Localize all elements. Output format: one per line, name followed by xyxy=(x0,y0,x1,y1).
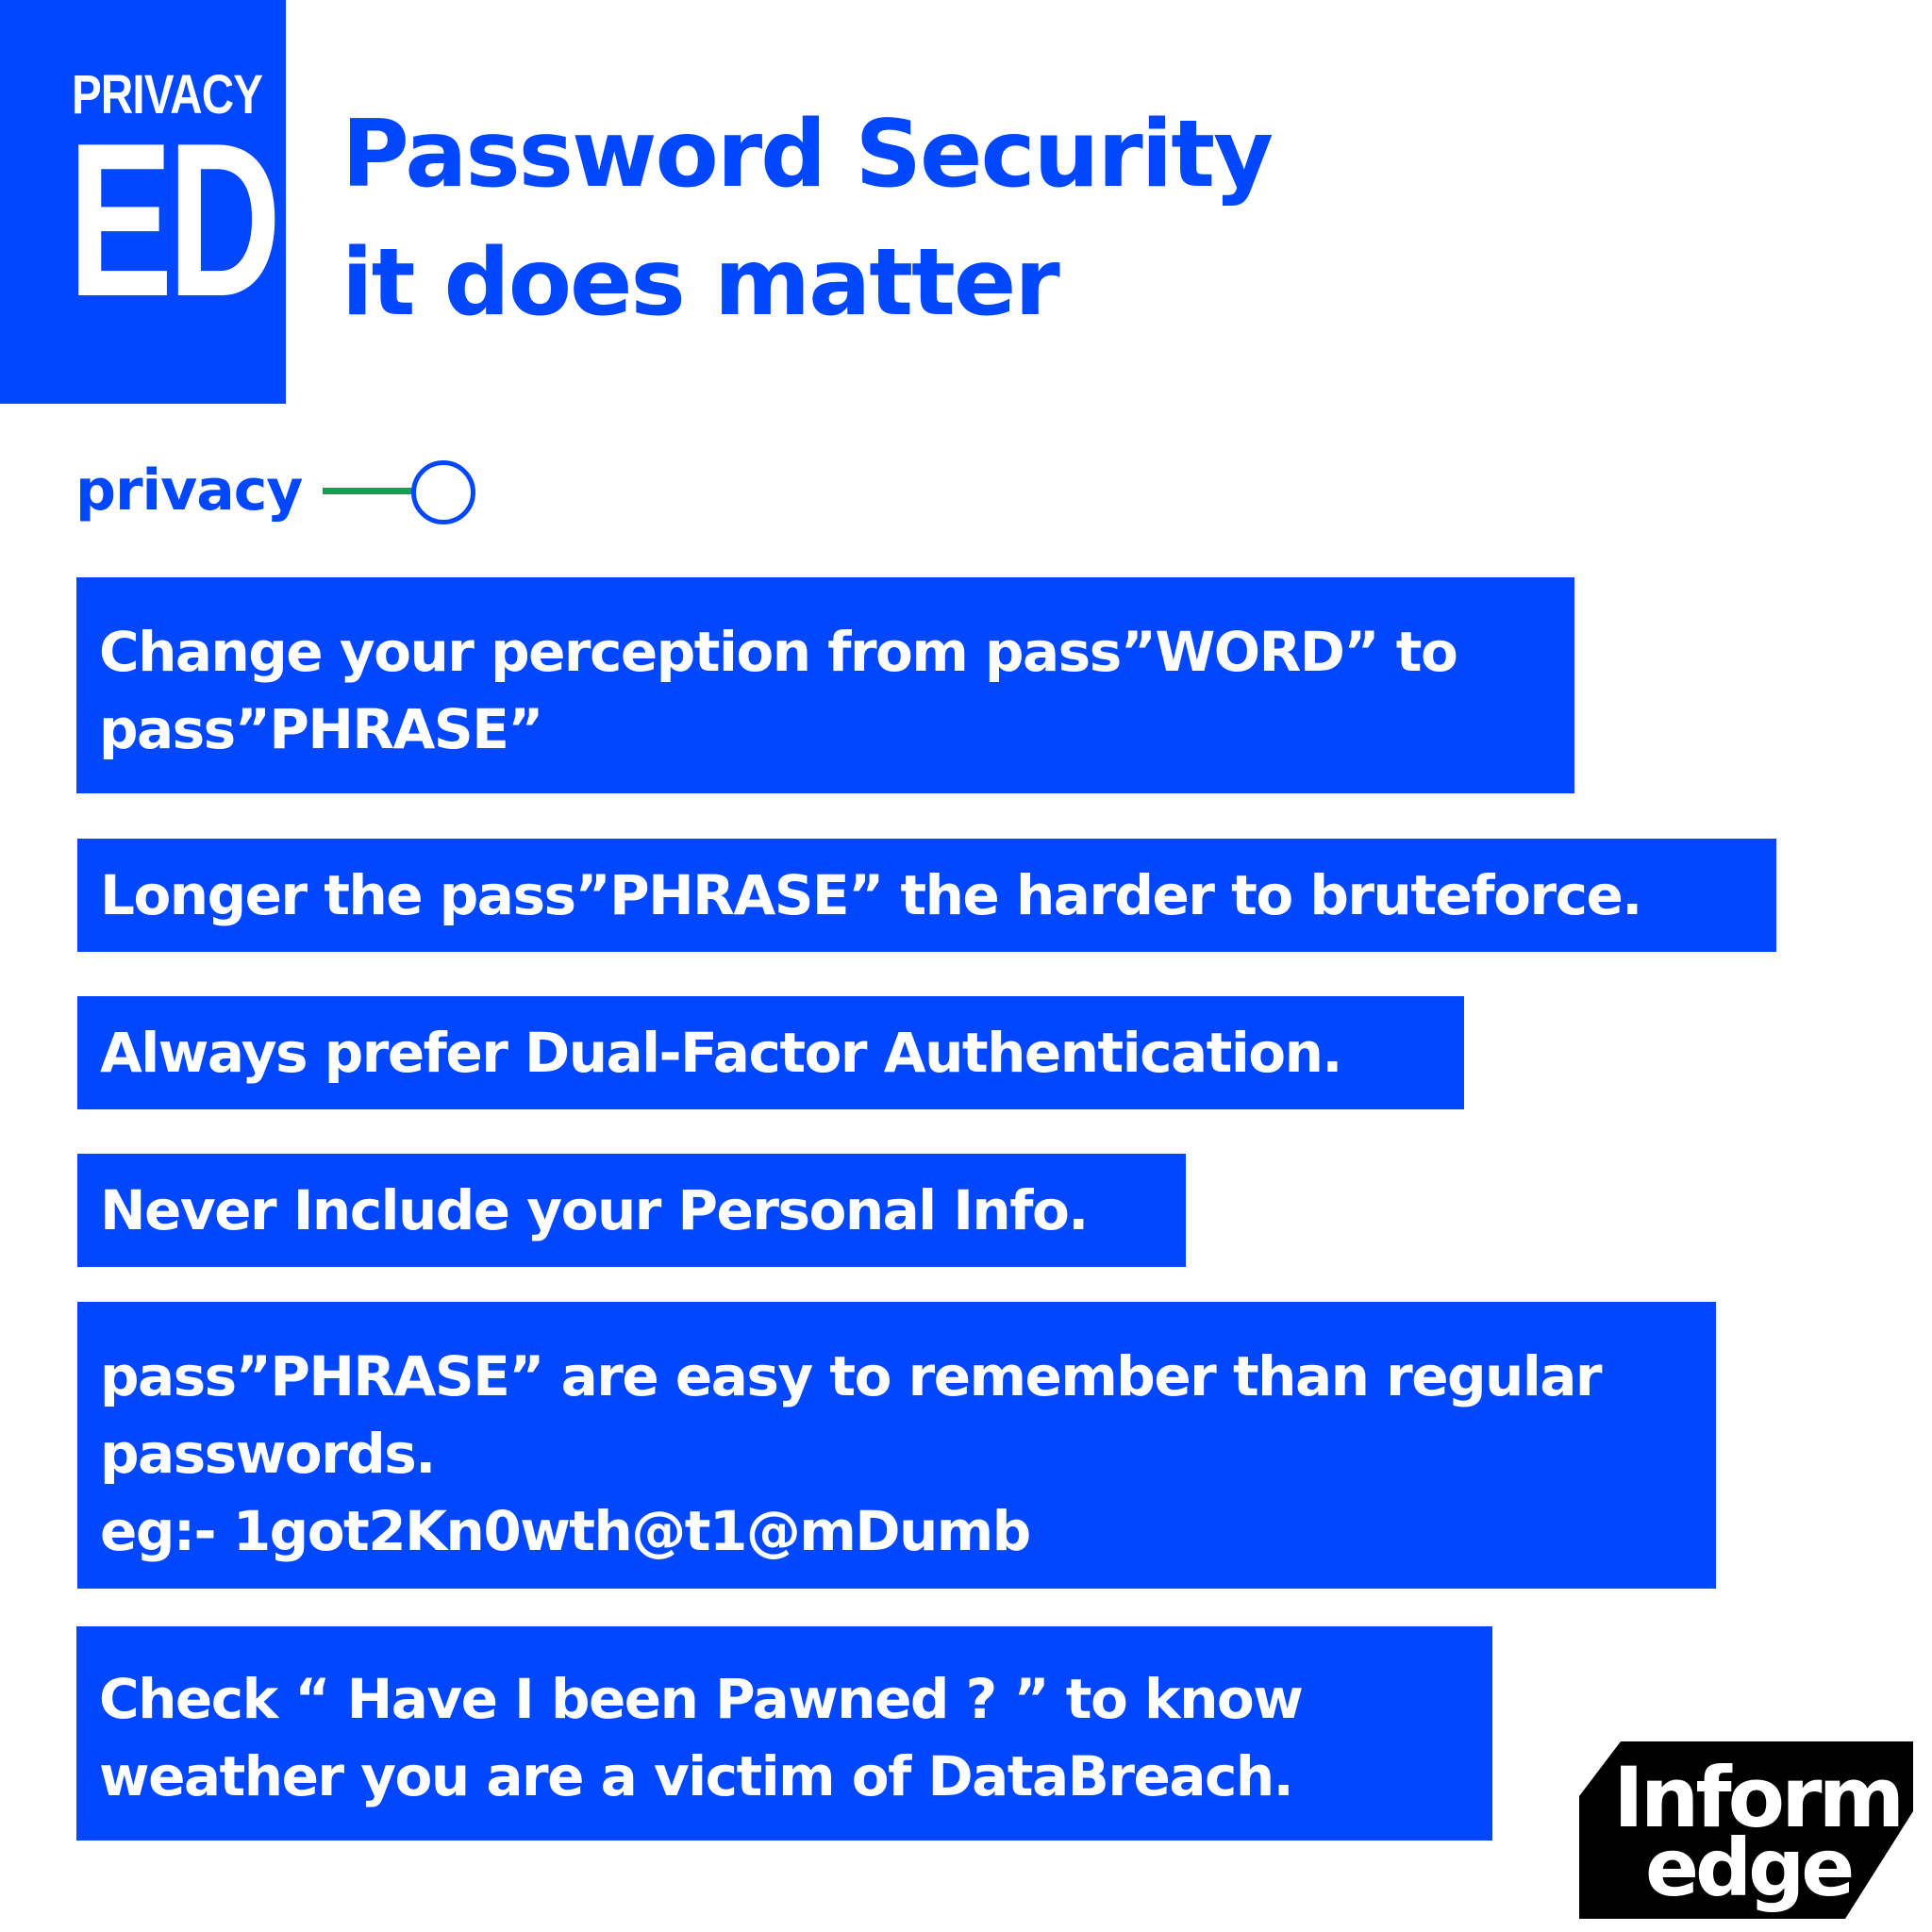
tip-text-line: Check “ Have I been Pawned ? ” to know xyxy=(99,1667,1304,1731)
tip-text-line: Always prefer Dual-Factor Authentication… xyxy=(100,1021,1342,1085)
tip-card-easy-to-remember: pass”PHRASE” are easy to remember than r… xyxy=(77,1302,1716,1589)
tip-card-longer-passphrase: Longer the pass”PHRASE” the harder to br… xyxy=(77,839,1776,952)
title-line-1: Password Security xyxy=(341,101,1274,208)
toggle-track xyxy=(323,488,422,494)
privacy-ed-logo: PRIVACY ED xyxy=(0,0,286,404)
tip-card-have-i-been-pwned: Check “ Have I been Pawned ? ” to know w… xyxy=(76,1626,1492,1840)
tip-text-line: weather you are a victim of DataBreach. xyxy=(99,1744,1294,1808)
privacy-toggle-switch[interactable] xyxy=(323,457,476,525)
logo-ed-text: ED xyxy=(68,98,281,342)
privacy-toggle-label: privacy xyxy=(75,458,303,524)
tip-example-line: eg:- 1got2Kn0wth@t1@mDumb xyxy=(100,1499,1031,1563)
inform-edge-logo: Inform edge xyxy=(1579,1741,1913,1919)
tip-text-line: Never Include your Personal Info. xyxy=(100,1178,1089,1242)
brand-word-edge: edge xyxy=(1645,1822,1855,1914)
toggle-knob[interactable] xyxy=(411,460,476,525)
tip-card-personal-info: Never Include your Personal Info. xyxy=(77,1154,1186,1267)
tip-text-line: Longer the pass”PHRASE” the harder to br… xyxy=(100,863,1642,927)
title-line-2: it does matter xyxy=(341,229,1060,337)
tip-text-line: pass”PHRASE” xyxy=(99,697,543,761)
page-title: Password Security it does matter xyxy=(341,91,1274,347)
tip-text-line: pass”PHRASE” are easy to remember than r… xyxy=(100,1344,1602,1408)
privacy-toggle-row: privacy xyxy=(75,457,476,525)
tip-text-line: Change your perception from pass”WORD” t… xyxy=(99,620,1458,684)
tip-card-passphrase-perception: Change your perception from pass”WORD” t… xyxy=(76,577,1574,793)
tip-card-dual-factor: Always prefer Dual-Factor Authentication… xyxy=(77,996,1464,1109)
tip-text-line: passwords. xyxy=(100,1422,436,1486)
